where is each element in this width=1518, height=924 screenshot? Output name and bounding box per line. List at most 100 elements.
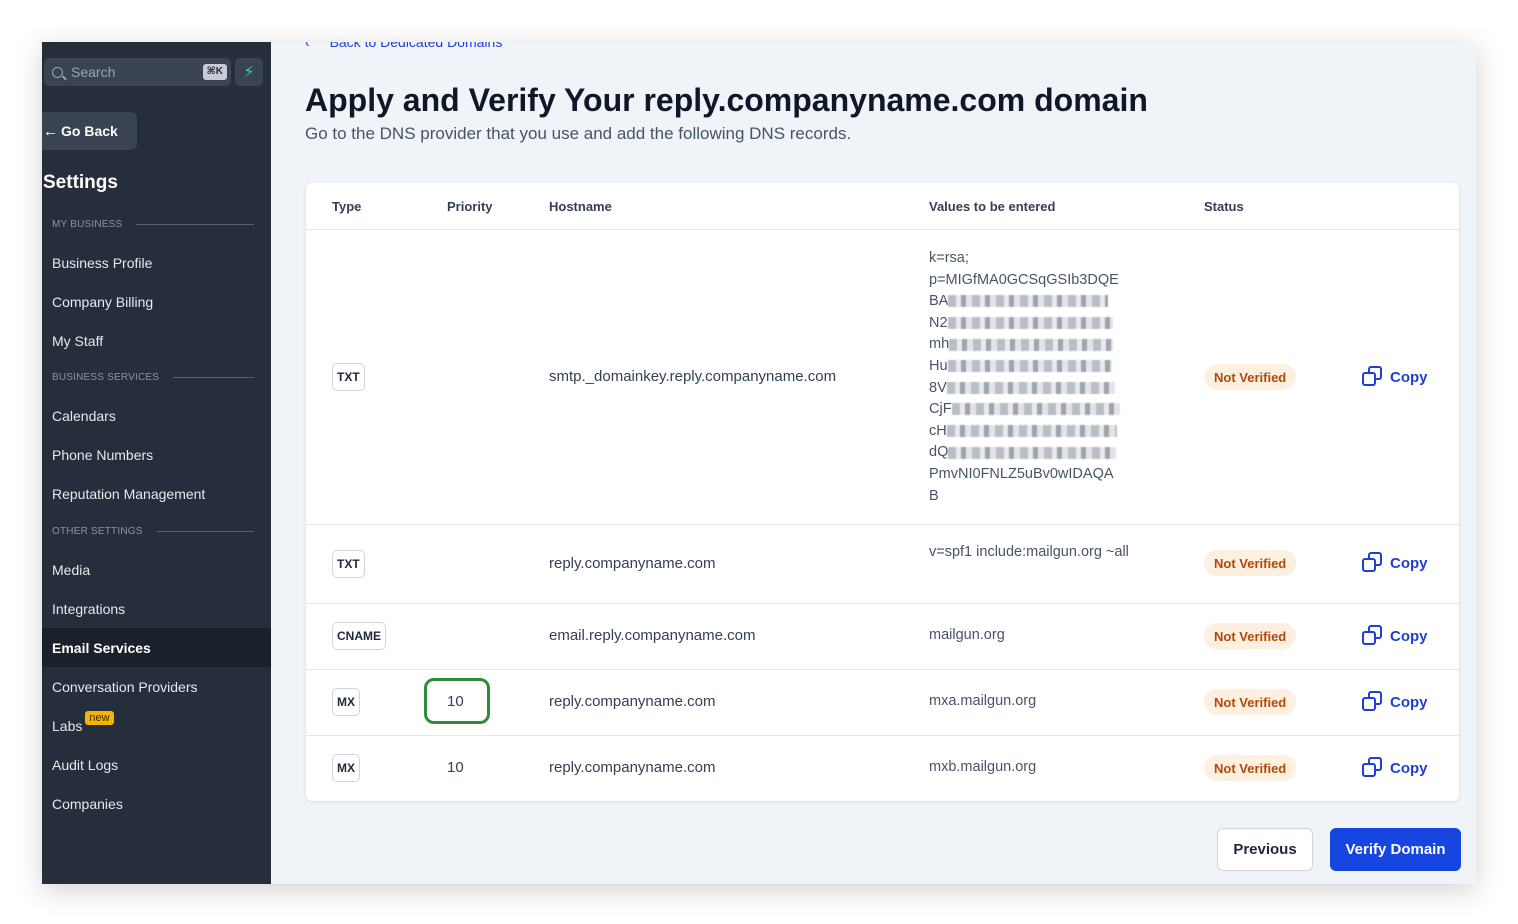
value-line: p=MIGfMA0GCSqGSIb3DQE [929,271,1119,288]
section-label: OTHER SETTINGS [52,526,143,537]
copy-label: Copy [1390,759,1428,777]
value-cell: k=rsa; p=MIGfMA0GCSqGSIb3DQE BA N2 mh Hu… [929,248,1139,507]
sidebar-item-company-billing[interactable]: Company Billing [42,282,271,321]
section-my-business: MY BUSINESS [52,219,254,230]
value-cell: v=spf1 include:mailgun.org ~all [929,544,1129,560]
sidebar-item-label: Labs [52,717,83,734]
divider [156,531,254,532]
copy-icon [1362,552,1384,574]
sidebar-item-labs[interactable]: Labs new [42,706,271,745]
sidebar-item-reputation-management[interactable]: Reputation Management [42,474,271,513]
main-content: ‹ Back to Dedicated Domains Apply and Ve… [271,42,1476,884]
copy-button[interactable]: Copy [1362,366,1428,388]
copy-label: Copy [1390,368,1428,386]
go-back-button[interactable]: ← Go Back [42,112,137,150]
sidebar-item-media[interactable]: Media [42,550,271,589]
section-label: BUSINESS SERVICES [52,372,160,383]
table-header: Type Priority Hostname Values to be ente… [306,183,1459,230]
value-cell: mailgun.org [929,627,1005,643]
value-fragment: mh [929,336,950,353]
value-cell: mxa.mailgun.org [929,693,1037,709]
hostname-cell: reply.companyname.com [549,759,716,776]
search-icon [52,66,63,78]
redacted-block [946,424,1117,437]
copy-button[interactable]: Copy [1362,552,1428,574]
sidebar-item-my-staff[interactable]: My Staff [42,321,271,360]
priority-cell: 10 [447,759,464,776]
value-fragment: dQ [929,444,949,461]
redacted-block [946,381,1115,394]
verify-domain-button[interactable]: Verify Domain [1330,828,1461,871]
copy-button[interactable]: Copy [1362,625,1428,647]
priority-cell: 10 [447,693,464,710]
section-label: MY BUSINESS [52,219,123,230]
value-line-redacted: cH [929,421,1139,443]
divider [173,377,254,378]
status-badge: Not Verified [1204,689,1297,715]
value-line-redacted: 8V [929,378,1139,400]
sidebar-item-phone-numbers[interactable]: Phone Numbers [42,435,271,474]
value-fragment: cH [929,422,947,439]
sidebar-item-companies[interactable]: Companies [42,784,271,823]
type-badge: MX [332,754,360,782]
sidebar-item-email-services[interactable]: Email Services [42,628,271,667]
arrow-left-icon: ← [43,122,58,140]
table-row: CNAME email.reply.companyname.com mailgu… [306,604,1459,670]
settings-title: Settings [43,172,118,193]
type-badge: MX [332,688,360,716]
redacted-block [948,446,1117,459]
lightning-icon[interactable]: ⚡ [235,58,263,86]
redacted-block [947,316,1113,329]
type-badge: TXT [332,363,365,391]
back-to-dedicated-domains-link[interactable]: ‹ Back to Dedicated Domains [305,42,502,50]
redacted-block [947,360,1112,373]
sidebar-item-integrations[interactable]: Integrations [42,589,271,628]
page-title: Apply and Verify Your reply.companyname.… [305,82,1148,118]
sidebar-item-audit-logs[interactable]: Audit Logs [42,745,271,784]
previous-button[interactable]: Previous [1217,828,1313,871]
table-row: TXT reply.companyname.com v=spf1 include… [306,525,1459,604]
value-cell: mxb.mailgun.org [929,759,1037,775]
search-input[interactable]: Search ⌘K [44,58,231,86]
page-subtitle: Go to the DNS provider that you use and … [305,124,852,143]
sidebar-item-conversation-providers[interactable]: Conversation Providers [42,667,271,706]
value-fragment: BA [929,293,949,310]
value-line-redacted: dQ [929,442,1139,464]
section-other-settings: OTHER SETTINGS [52,526,254,537]
redacted-block [949,338,1114,351]
value-line-redacted: BA [929,291,1139,313]
column-type: Type [332,199,362,214]
column-status: Status [1204,199,1244,214]
table-row: TXT smtp._domainkey.reply.companyname.co… [306,230,1459,525]
copy-label: Copy [1390,554,1428,572]
divider [136,224,254,225]
hostname-cell: reply.companyname.com [549,555,716,572]
column-priority: Priority [447,199,493,214]
sidebar-item-business-profile[interactable]: Business Profile [42,243,271,282]
value-fragment: 8V [929,379,947,396]
value-fragment: Hu [929,357,948,374]
copy-button[interactable]: Copy [1362,757,1428,779]
copy-icon [1362,366,1384,388]
hostname-cell: smtp._domainkey.reply.companyname.com [549,368,837,385]
status-badge: Not Verified [1204,755,1297,781]
value-line-redacted: Hu [929,356,1139,378]
app-window: Search ⌘K ⚡ ← Go Back Settings MY BUSINE… [42,42,1476,884]
go-back-label: Go Back [61,123,118,139]
sidebar-item-calendars[interactable]: Calendars [42,396,271,435]
copy-button[interactable]: Copy [1362,691,1428,713]
section-business-services: BUSINESS SERVICES [52,372,254,383]
copy-label: Copy [1390,627,1428,645]
chevron-left-icon: ‹ [305,42,310,50]
back-link-label: Back to Dedicated Domains [329,42,503,50]
value-line: B [929,487,939,504]
table-row: MX 10 reply.companyname.com mxb.mailgun.… [306,736,1459,801]
column-values: Values to be entered [929,199,1056,214]
value-line: k=rsa; [929,250,969,266]
copy-icon [1362,691,1384,713]
shortcut-badge: ⌘K [202,64,227,80]
copy-icon [1362,625,1384,647]
status-badge: Not Verified [1204,364,1297,390]
new-badge: new [85,710,114,725]
column-hostname: Hostname [549,199,612,214]
